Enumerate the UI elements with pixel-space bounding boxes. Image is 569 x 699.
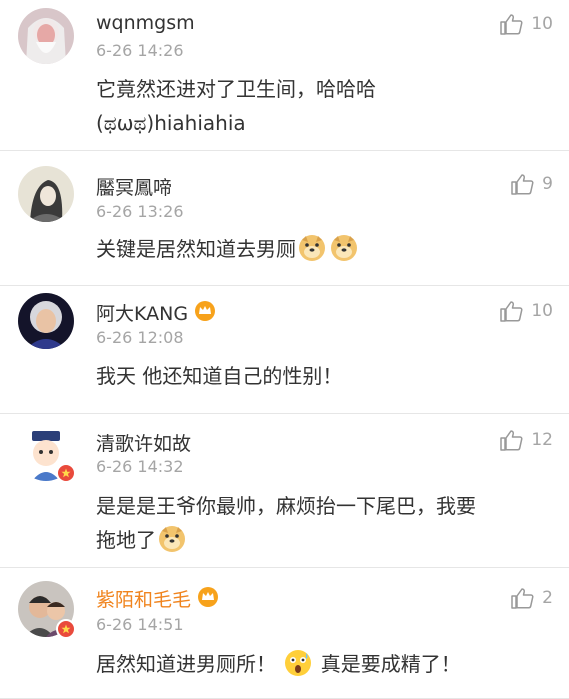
username[interactable]: 紫陌和毛毛 [96,585,219,612]
comment-item: 紫陌和毛毛 6-26 14:51 2 居然知道进男厕所！ 真是要成精了！ [0,567,569,699]
doge-emoji-icon [331,235,357,261]
thumbs-up-icon [500,430,523,451]
like-count: 10 [531,14,553,34]
like-button[interactable]: 12 [499,429,553,451]
like-count: 12 [531,430,553,450]
timestamp: 6-26 14:32 [96,457,184,476]
comment-text-span: 居然知道进男厕所！ [96,652,276,676]
thumbs-up-icon [500,301,523,322]
vip-crown-icon [198,587,219,607]
like-button[interactable]: 10 [499,13,553,35]
comment-text-span: 真是要成精了！ [320,652,461,676]
username[interactable]: wqnmgsm [96,12,195,34]
timestamp: 6-26 14:51 [96,615,184,634]
comment-item: 靨冥鳳啼 6-26 13:26 9 关键是居然知道去男厕 [0,150,569,286]
vip-badge [56,463,76,483]
like-button[interactable]: 10 [499,300,553,322]
like-count: 2 [542,588,553,608]
timestamp: 6-26 14:26 [96,41,184,60]
comment-text-line: 是是是王爷你最帅，麻烦抬一下尾巴，我要 [96,494,476,518]
shocked-emoji-icon [285,650,312,676]
avatar[interactable] [18,8,74,64]
vip-badge [56,619,76,639]
doge-emoji-icon [299,235,325,261]
comment-text-span: 拖地了 [96,528,156,552]
comment-feed: wqnmgsm 6-26 14:26 10 它竟然还进对了卫生间，哈哈哈 (ಥω… [0,0,569,699]
comment-text-line: 它竟然还进对了卫生间，哈哈哈 [96,77,376,101]
timestamp: 6-26 13:26 [96,202,184,221]
avatar[interactable] [18,293,74,349]
comment-text: 我天 他还知道自己的性别！ [96,364,343,388]
thumbs-up-icon [511,588,534,609]
comment-text-line: 拖地了 [96,523,551,557]
like-button[interactable]: 2 [510,587,553,609]
comment-text-line: (ಥωಥ)hiahiahia [96,111,246,135]
vip-crown-icon [195,301,216,321]
avatar[interactable] [18,166,74,222]
comment-text: 它竟然还进对了卫生间，哈哈哈 (ಥωಥ)hiahiahia [96,72,551,140]
comment-item: wqnmgsm 6-26 14:26 10 它竟然还进对了卫生间，哈哈哈 (ಥω… [0,0,569,151]
timestamp: 6-26 12:08 [96,328,184,347]
comment-item: 阿大KANG 6-26 12:08 10 我天 他还知道自己的性别！ [0,285,569,414]
username[interactable]: 靨冥鳳啼 [96,173,172,200]
like-count: 9 [542,174,553,194]
star-icon [61,624,71,634]
doge-emoji-icon [159,526,185,552]
comment-text: 关键是居然知道去男厕 [96,232,551,266]
username[interactable]: 阿大KANG [96,299,216,326]
comment-text: 是是是王爷你最帅，麻烦抬一下尾巴，我要 拖地了 [96,489,551,557]
username[interactable]: 清歌许如故 [96,429,191,456]
thumbs-up-icon [511,174,534,195]
star-icon [61,468,71,478]
comment-text-line: 关键是居然知道去男厕 [96,237,296,261]
comment-item: 清歌许如故 6-26 14:32 12 是是是王爷你最帅，麻烦抬一下尾巴，我要 … [0,413,569,568]
username-text: 紫陌和毛毛 [96,589,192,611]
like-count: 10 [531,301,553,321]
username-text: 阿大KANG [96,303,189,325]
comment-text: 居然知道进男厕所！ 真是要成精了！ [96,647,551,681]
like-button[interactable]: 9 [510,173,553,195]
thumbs-up-icon [500,14,523,35]
